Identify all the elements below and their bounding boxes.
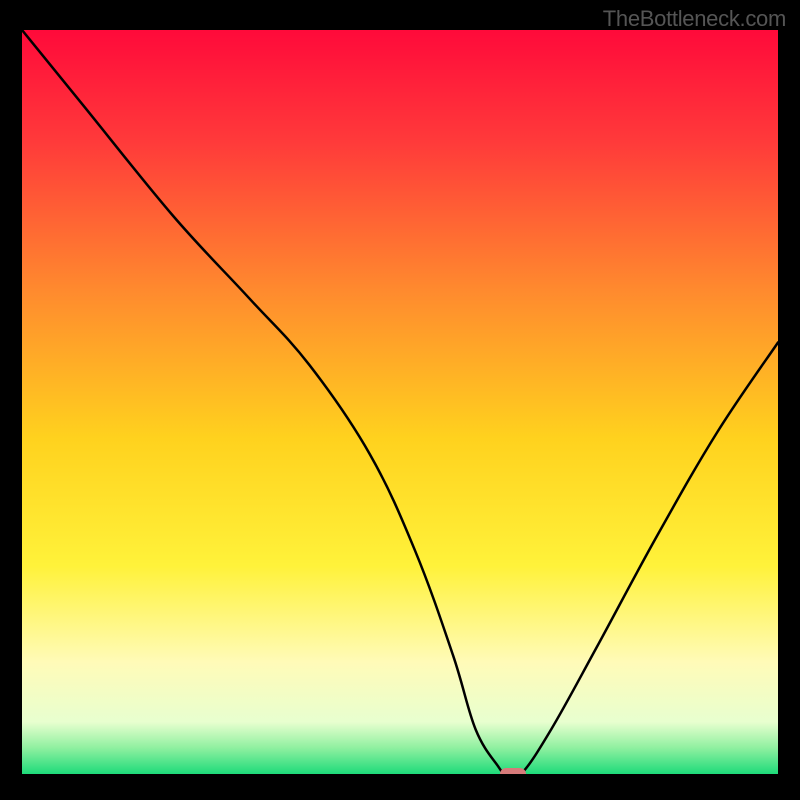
watermark-text: TheBottleneck.com (603, 6, 786, 32)
chart-plot-area (22, 30, 778, 774)
optimal-point-marker (500, 768, 526, 774)
chart-curve (22, 30, 778, 774)
